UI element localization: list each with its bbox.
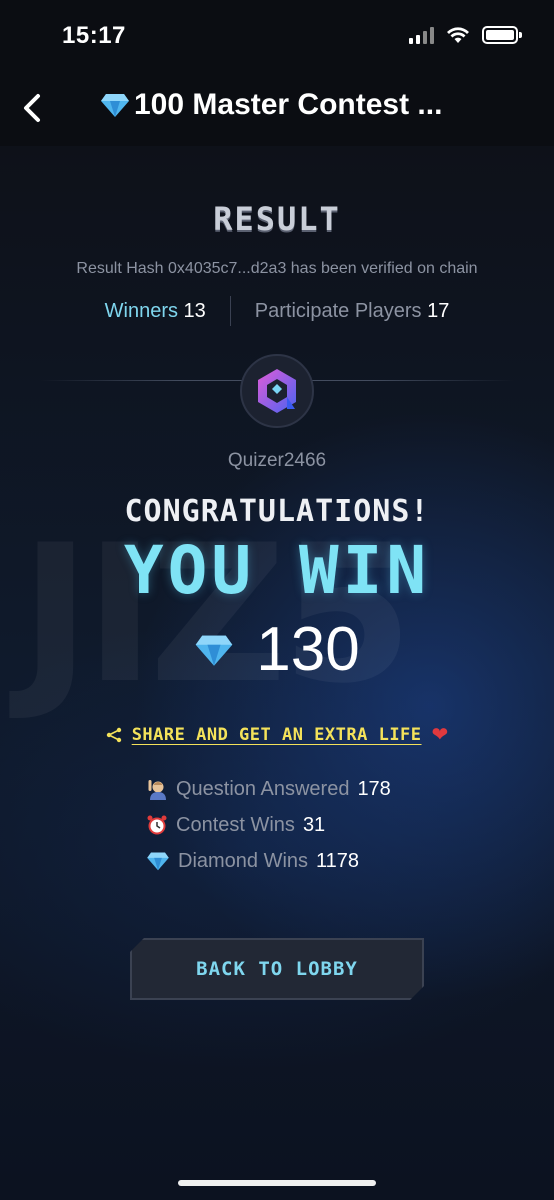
page-title-text: 100 Master Contest ... bbox=[134, 88, 443, 121]
stat-diamond-wins: Diamond Wins 1178 bbox=[146, 850, 391, 872]
share-label: SHARE AND GET AN EXTRA LIFE bbox=[131, 724, 422, 745]
stat-question-answered: Question Answered 178 bbox=[146, 778, 391, 800]
battery-icon bbox=[482, 26, 522, 44]
wifi-icon bbox=[447, 27, 469, 43]
players-value: 17 bbox=[427, 299, 450, 322]
status-time: 15:17 bbox=[62, 22, 126, 49]
nav-bar: 100 Master Contest ... bbox=[0, 70, 554, 146]
username: Quizer2466 bbox=[227, 450, 327, 471]
share-link[interactable]: SHARE AND GET AN EXTRA LIFE ❤ bbox=[0, 722, 554, 747]
diamond-icon bbox=[101, 94, 129, 117]
winners-stat: Winners 13 bbox=[105, 300, 230, 323]
raising-hand-icon bbox=[148, 780, 166, 800]
stats-list: Question Answered 178 Contest Wins 31 Di… bbox=[146, 778, 391, 872]
players-label: Participate Players bbox=[254, 299, 422, 322]
chevron-left-icon bbox=[24, 94, 40, 122]
result-stats-row: Winners 13 Participate Players 17 bbox=[0, 296, 554, 326]
win-amount: 130 bbox=[0, 614, 554, 685]
win-amount-value: 130 bbox=[256, 615, 360, 684]
page-title: 100 Master Contest ... bbox=[100, 88, 520, 122]
quiz-logo-icon bbox=[258, 369, 296, 413]
status-bar: 15:17 bbox=[0, 0, 554, 70]
avatar bbox=[240, 354, 314, 428]
cellular-signal-icon bbox=[409, 26, 434, 44]
diamond-icon bbox=[195, 635, 233, 666]
stat-label: Question Answered bbox=[176, 777, 350, 800]
result-hash-text: Result Hash 0x4035c7...d2a3 has been ver… bbox=[76, 260, 478, 277]
result-title: RESULT bbox=[213, 200, 341, 238]
stat-label: Diamond Wins bbox=[178, 849, 309, 872]
players-stat: Participate Players 17 bbox=[231, 300, 450, 323]
stat-value: 1178 bbox=[316, 849, 360, 872]
stat-value: 31 bbox=[302, 813, 326, 836]
heart-icon: ❤ bbox=[431, 724, 449, 746]
home-indicator[interactable] bbox=[178, 1180, 376, 1186]
result-panel: JIZ5 RESULT Result Hash 0x4035c7...d2a3 … bbox=[0, 146, 554, 1200]
stat-label: Contest Wins bbox=[176, 813, 295, 836]
back-button[interactable] bbox=[18, 88, 48, 128]
winners-value: 13 bbox=[183, 299, 206, 322]
congratulations-text: CONGRATULATIONS! bbox=[124, 494, 430, 529]
alarm-clock-icon bbox=[147, 815, 167, 835]
winners-label: Winners bbox=[104, 299, 178, 322]
stat-value: 178 bbox=[357, 777, 391, 800]
stat-contest-wins: Contest Wins 31 bbox=[146, 814, 391, 836]
status-icons bbox=[409, 26, 522, 44]
back-to-lobby-button[interactable]: BACK TO LOBBY bbox=[130, 938, 424, 1000]
share-icon bbox=[106, 727, 121, 742]
diamond-icon bbox=[147, 852, 169, 871]
you-win-text: YOU WIN bbox=[123, 532, 431, 609]
